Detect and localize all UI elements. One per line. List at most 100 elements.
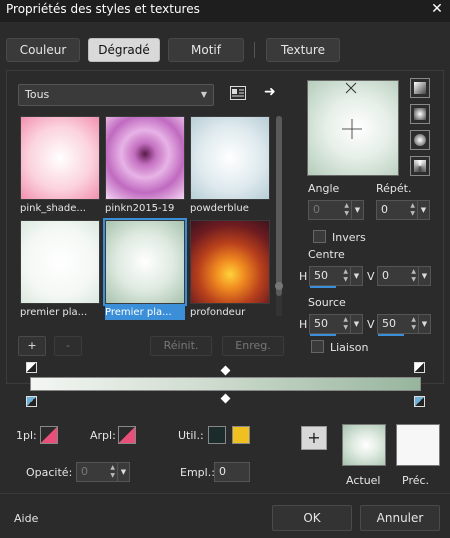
footer-divider <box>0 493 450 494</box>
arrow-right-icon[interactable]: ➜ <box>264 84 280 100</box>
ok-button[interactable]: OK <box>272 505 352 531</box>
category-dropdown[interactable]: Tous ▼ <box>18 84 214 106</box>
chevron-down-icon[interactable]: ▼ <box>350 267 362 285</box>
add-swatch-button[interactable]: + <box>301 426 327 450</box>
category-value: Tous <box>25 88 50 101</box>
foreground-swatch[interactable] <box>40 426 58 444</box>
chevron-down-icon[interactable]: ▼ <box>117 463 129 481</box>
source-h-label: H <box>299 318 308 331</box>
spin-arrows-icon[interactable]: ▲ ▼ <box>110 464 115 480</box>
center-v-value: 0 <box>382 269 389 282</box>
tab-motif[interactable]: Motif <box>168 38 244 62</box>
gradient-preview[interactable] <box>307 80 399 176</box>
previous-swatch[interactable] <box>396 424 440 466</box>
remove-gradient-button[interactable]: - <box>54 336 82 356</box>
center-label: Centre <box>308 248 345 261</box>
gradient-thumbnail[interactable] <box>103 218 187 306</box>
source-v-label: V <box>367 318 375 331</box>
radial-style-button[interactable] <box>410 156 430 176</box>
gradient-thumbnail[interactable] <box>20 116 100 200</box>
gradient-label: profondeur <box>190 307 246 318</box>
opacity-stop-left[interactable] <box>26 396 37 407</box>
angle-input[interactable]: 0 ▲ ▼ ▼ <box>308 200 364 220</box>
spin-arrows-icon[interactable]: ▲ ▼ <box>344 202 349 218</box>
save-button[interactable]: Enreg. <box>222 336 284 356</box>
source-h-input[interactable]: 50 ▲ ▼ ▼ <box>309 314 363 336</box>
current-label: Actuel <box>346 474 381 487</box>
location-label: Empl.: <box>180 466 215 479</box>
color-stop-top-right[interactable] <box>414 362 425 373</box>
gradient-thumbnail[interactable] <box>105 116 185 200</box>
gradient-label: premier pla... <box>20 307 88 318</box>
library-icon[interactable] <box>230 86 246 100</box>
window-title: Propriétés des styles et textures <box>6 2 200 16</box>
gradient-editor-bar[interactable] <box>30 377 421 391</box>
source-h-slider[interactable] <box>310 334 336 336</box>
gradient-label: powderblue <box>190 203 249 214</box>
tab-degrade[interactable]: Dégradé <box>88 38 160 62</box>
chevron-down-icon[interactable]: ▼ <box>418 267 430 285</box>
center-h-slider[interactable] <box>310 286 336 288</box>
center-h-input[interactable]: 50 ▲ ▼ ▼ <box>309 266 363 288</box>
reset-button[interactable]: Réinit. <box>150 336 212 356</box>
linear-style-button[interactable] <box>410 78 430 98</box>
color-stop-top-left[interactable] <box>26 362 37 373</box>
chevron-down-icon[interactable]: ▼ <box>418 315 430 333</box>
chevron-down-icon[interactable]: ▼ <box>350 315 362 333</box>
spin-arrows-icon[interactable]: ▲ ▼ <box>411 316 416 332</box>
location-input[interactable]: 0 <box>214 462 250 482</box>
gradient-thumbnail[interactable] <box>190 116 270 200</box>
tab-couleur[interactable]: Couleur <box>6 38 80 62</box>
gradient-thumbnail[interactable] <box>190 220 270 304</box>
source-v-input[interactable]: 50 ▲ ▼ ▼ <box>377 314 431 336</box>
spin-arrows-icon[interactable]: ▲ ▼ <box>410 202 415 218</box>
repeat-value: 0 <box>381 203 388 216</box>
source-v-value: 50 <box>382 317 396 330</box>
location-value: 0 <box>219 465 226 478</box>
current-swatch[interactable] <box>342 424 386 466</box>
spin-arrows-icon[interactable]: ▲ ▼ <box>343 316 348 332</box>
user-color-swatch-2[interactable] <box>232 426 250 444</box>
use-label: Util.: <box>178 429 204 442</box>
source-label: Source <box>308 296 346 309</box>
background-label: Arpl: <box>90 429 116 442</box>
center-h-label: H <box>299 270 308 283</box>
chevron-down-icon[interactable]: ▼ <box>351 201 363 219</box>
chevron-down-icon[interactable]: ▼ <box>417 201 429 219</box>
rectangular-style-button[interactable] <box>410 104 430 124</box>
cancel-button[interactable]: Annuler <box>360 505 440 531</box>
spin-arrows-icon[interactable]: ▲ ▼ <box>343 268 348 284</box>
gradient-label: pinkn2015-19 <box>105 203 175 214</box>
center-v-input[interactable]: 0 ▲ ▼ ▼ <box>377 266 431 286</box>
close-button[interactable]: ✕ <box>424 0 450 20</box>
add-gradient-button[interactable]: + <box>18 336 46 356</box>
spin-arrows-icon[interactable]: ▲ ▼ <box>411 268 416 284</box>
background-swatch[interactable] <box>118 426 136 444</box>
link-checkbox[interactable] <box>311 340 324 353</box>
sunburst-style-button[interactable] <box>410 130 430 150</box>
gallery-scrollbar-thumb[interactable] <box>276 116 282 296</box>
opacity-input[interactable]: 0 ▲ ▼ ▼ <box>76 462 130 482</box>
user-color-swatch-1[interactable] <box>208 426 226 444</box>
opacity-stop-right[interactable] <box>414 396 425 407</box>
source-h-value: 50 <box>314 317 328 330</box>
repeat-input[interactable]: 0 ▲ ▼ ▼ <box>376 200 430 220</box>
repeat-label: Répét. <box>376 182 412 195</box>
radial-style-icon <box>414 160 426 172</box>
angle-label: Angle <box>308 182 340 195</box>
center-v-label: V <box>367 270 375 283</box>
tab-separator <box>254 42 255 58</box>
gradient-thumbnail[interactable] <box>20 220 100 304</box>
help-link[interactable]: Aide <box>14 512 38 525</box>
sunburst-style-icon <box>414 134 426 146</box>
source-v-slider[interactable] <box>378 334 404 336</box>
link-label: Liaison <box>330 341 369 354</box>
foreground-label: 1pl: <box>16 429 37 442</box>
invert-checkbox[interactable] <box>313 230 326 243</box>
opacity-label: Opacité: <box>26 466 73 479</box>
tab-texture[interactable]: Texture <box>266 38 340 62</box>
midpoint-marker-bottom[interactable] <box>220 393 231 404</box>
previous-label: Préc. <box>402 474 430 487</box>
linear-style-icon <box>414 82 426 94</box>
gradient-label: Premier pla... <box>105 306 185 320</box>
